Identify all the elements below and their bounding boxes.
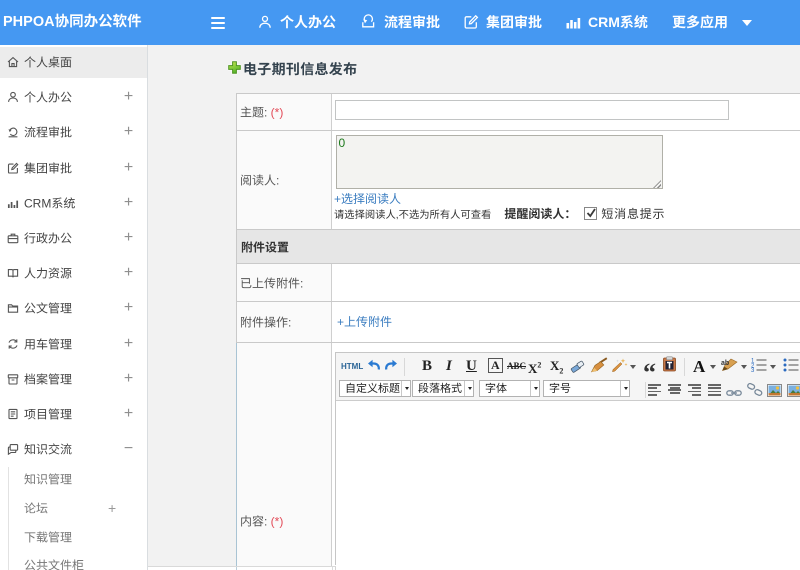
- svg-text:ab: ab: [721, 360, 729, 367]
- svg-text:3: 3: [751, 368, 755, 372]
